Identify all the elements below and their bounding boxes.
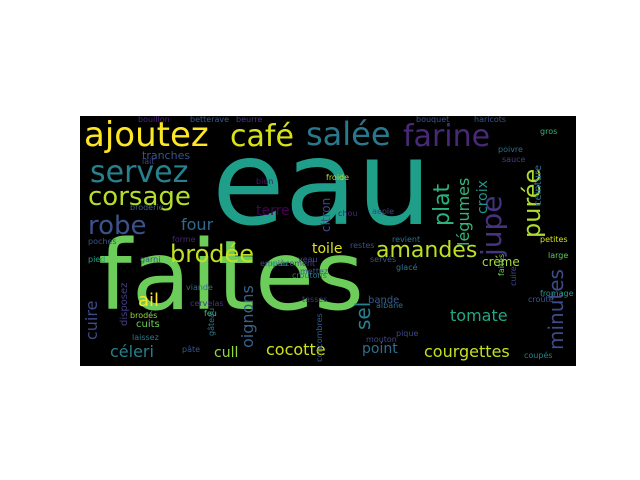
word: pied [88,255,106,264]
word: bouquet [416,116,450,124]
word: haricots [474,116,507,124]
word: coupés [524,351,553,360]
word: brodés [130,311,158,320]
word: point [362,341,398,357]
word: cull [214,345,239,361]
word: bien [256,177,274,186]
word: mouton [366,335,397,344]
word: robe [88,211,147,241]
word: croix [475,180,491,214]
word: cervelas [190,299,224,308]
word: poivre [498,145,523,154]
word: disposez [119,282,130,326]
word: légumes [454,177,473,246]
word: gâteau [207,307,216,336]
word: glacé [396,263,418,272]
word: ceinture [533,164,544,206]
word: courgettes [424,342,510,361]
word: citron [319,197,333,232]
word: garni [140,255,161,264]
word: poches [88,237,117,246]
word: viande [186,283,213,292]
word: large [548,251,569,260]
word: cuire [509,266,518,286]
word: céleri [110,342,154,361]
word: lait [142,157,155,166]
word: chou [338,209,358,218]
word: minutes [544,269,568,350]
word: terre [256,203,290,219]
word: bouillon [138,116,170,124]
word: toile [312,241,343,257]
word: cuits [136,319,160,330]
word: albane [376,301,404,310]
word: revient [392,235,421,244]
word: salée [306,116,391,153]
word: croutons [292,271,327,280]
word: pâte [182,345,201,354]
word: laissez [132,333,159,342]
word: peau [268,259,288,268]
word: forme [172,235,196,244]
word: petites [540,235,568,244]
word: betterave [190,116,230,124]
word: concombres [315,313,324,362]
word: servés [370,255,397,264]
word: tomate [450,306,508,325]
word: farine [403,119,491,154]
word: tasses [302,295,328,304]
word: froide [326,173,350,182]
word: four [181,215,214,234]
word: restes [350,241,375,250]
word: aeple [372,207,395,216]
word-cloud: eau faites ajoutez café salée farine ser… [80,116,576,366]
word: broderie [130,203,164,212]
word: pique [396,329,419,338]
word: oignons [238,285,257,348]
word: gros [540,127,558,136]
word: brodée [170,240,255,268]
word: beurre [236,116,263,124]
word: café [230,119,294,154]
word: faites [497,253,506,276]
word: ail [138,290,160,311]
word: croûte [528,295,554,304]
word: sauce [502,155,526,164]
word: plat [430,183,455,226]
word: cuire [82,300,101,340]
